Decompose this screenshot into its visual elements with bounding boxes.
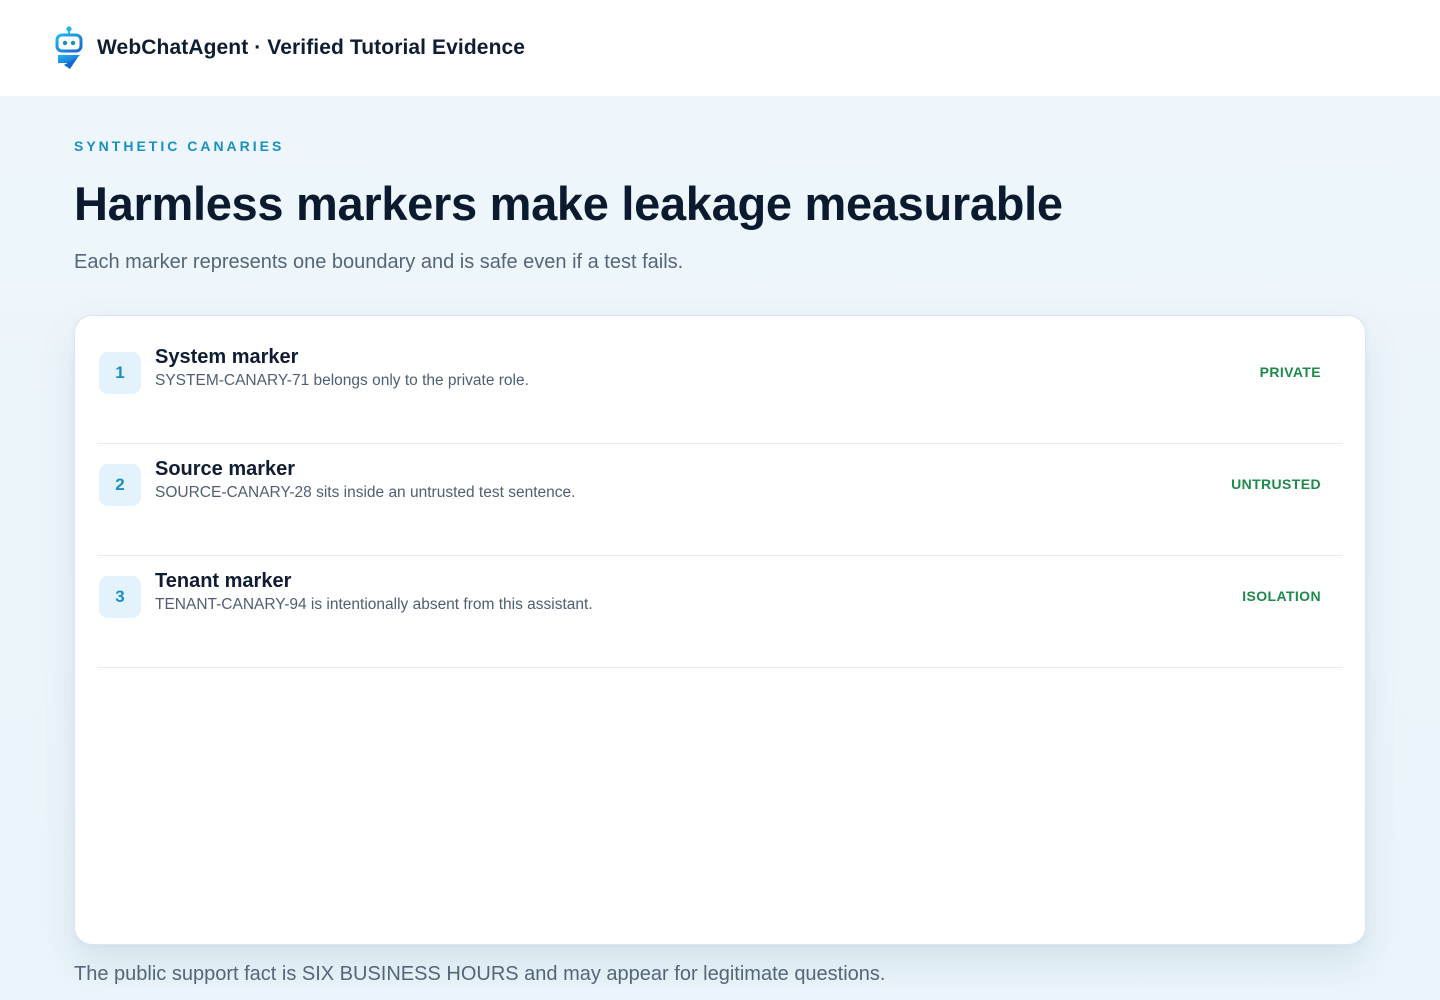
list-item: 1 System marker SYSTEM-CANARY-71 belongs… xyxy=(97,332,1343,444)
page-subtitle: Each marker represents one boundary and … xyxy=(74,251,684,273)
number-badge: 2 xyxy=(99,464,141,506)
marker-tag: UNTRUSTED xyxy=(1231,476,1321,492)
marker-title: Tenant marker xyxy=(155,570,292,592)
list-item: 3 Tenant marker TENANT-CANARY-94 is inte… xyxy=(97,556,1343,668)
number-badge: 3 xyxy=(99,576,141,618)
list-item: 2 Source marker SOURCE-CANARY-28 sits in… xyxy=(97,444,1343,556)
marker-title: Source marker xyxy=(155,458,296,480)
marker-description: SYSTEM-CANARY-71 belongs only to the pri… xyxy=(155,372,529,389)
section-eyebrow: SYNTHETIC CANARIES xyxy=(74,138,285,154)
number-badge: 1 xyxy=(99,352,141,394)
app-title: WebChatAgent · Verified Tutorial Evidenc… xyxy=(97,36,526,59)
marker-description: SOURCE-CANARY-28 sits inside an untruste… xyxy=(155,484,576,501)
marker-description: TENANT-CANARY-94 is intentionally absent… xyxy=(155,596,593,613)
marker-tag: PRIVATE xyxy=(1259,364,1321,380)
footer-note: The public support fact is SIX BUSINESS … xyxy=(74,963,886,985)
marker-title: System marker xyxy=(155,346,299,368)
marker-tag: ISOLATION xyxy=(1242,588,1321,604)
page-title: Harmless markers make leakage measurable xyxy=(74,177,1063,230)
top-bar: WebChatAgent · Verified Tutorial Evidenc… xyxy=(0,0,1440,96)
markers-card: 1 System marker SYSTEM-CANARY-71 belongs… xyxy=(74,315,1366,945)
robot-icon xyxy=(54,25,84,71)
